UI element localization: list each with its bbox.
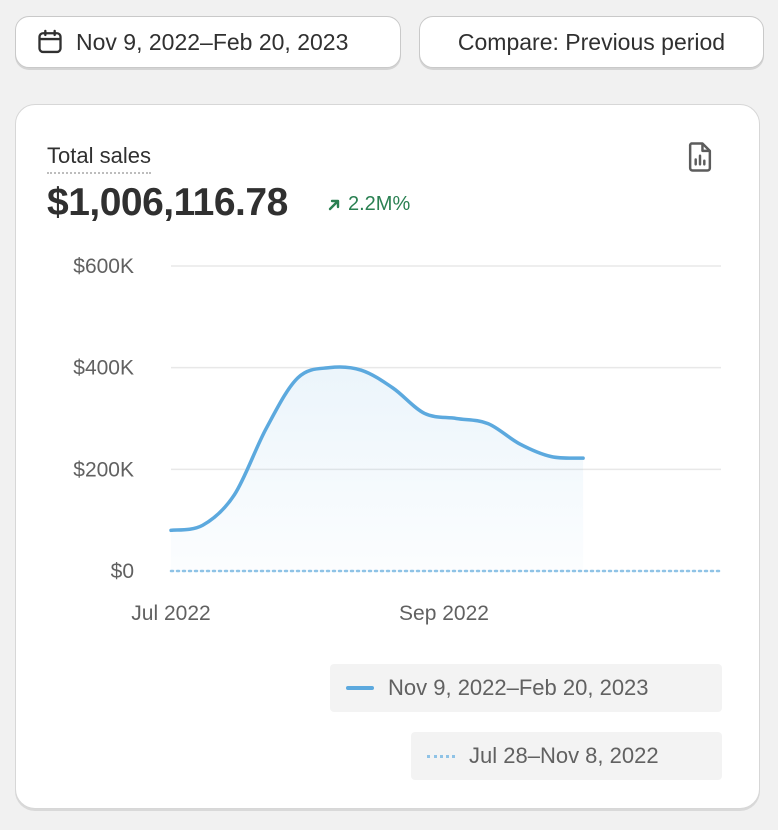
legend-item-current-period[interactable]: Nov 9, 2022–Feb 20, 2023: [330, 664, 722, 712]
y-tick-label: $0: [111, 560, 134, 583]
legend-swatch-dotted: [427, 754, 455, 758]
x-tick-label: Jul 2022: [131, 602, 210, 625]
legend-item-previous-period[interactable]: Jul 28–Nov 8, 2022: [411, 732, 722, 780]
y-tick-label: $400K: [73, 357, 134, 380]
y-tick-label: $600K: [73, 255, 134, 278]
legend-label-previous: Jul 28–Nov 8, 2022: [469, 743, 659, 768]
toolbar: Nov 9, 2022–Feb 20, 2023 Compare: Previo…: [15, 16, 764, 68]
legend-label-current: Nov 9, 2022–Feb 20, 2023: [388, 675, 649, 700]
legend-swatch-solid: [346, 686, 374, 690]
y-tick-label: $200K: [73, 458, 134, 481]
sales-chart: $0 $200K $400K $600K Jul 2022 Sep 2022: [73, 255, 723, 625]
x-tick-label: Sep 2022: [399, 602, 489, 625]
date-range-button[interactable]: Nov 9, 2022–Feb 20, 2023: [15, 16, 401, 68]
compare-label: Compare: Previous period: [457, 28, 726, 55]
compare-button[interactable]: Compare: Previous period: [419, 16, 764, 68]
date-range-label: Nov 9, 2022–Feb 20, 2023: [76, 28, 349, 55]
total-sales-card: Total sales $1,006,116.78 2.2M% $0 $200K $…: [15, 104, 760, 809]
calendar-icon: [38, 29, 62, 54]
